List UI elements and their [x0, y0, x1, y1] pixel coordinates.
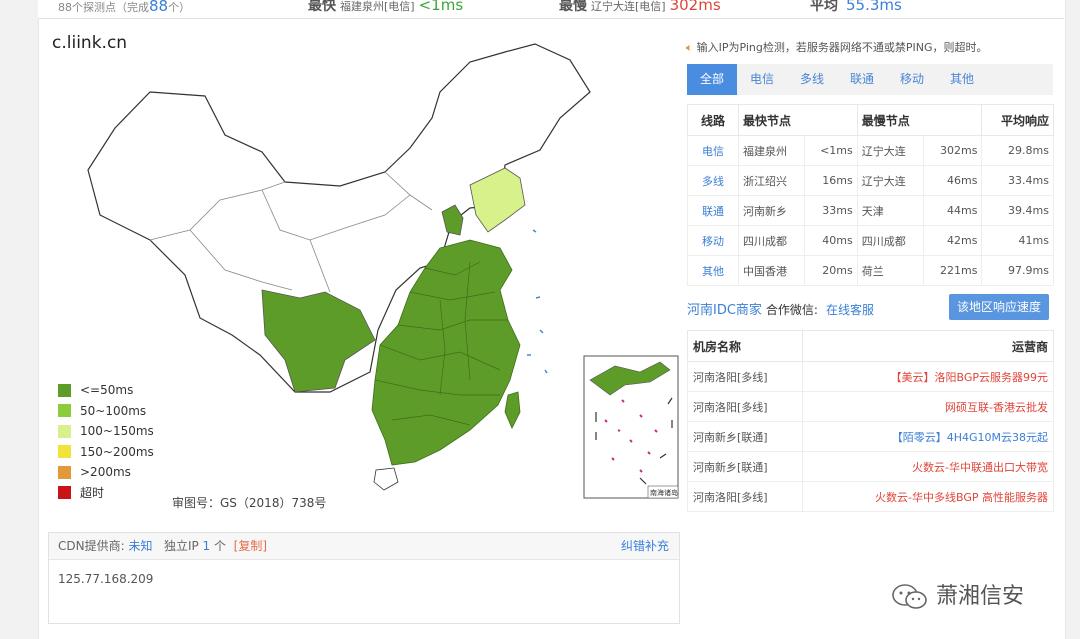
report-correction-link[interactable]: 纠错补充: [621, 533, 669, 559]
cdn-panel: CDN提供商: 未知 独立IP 1 个 [复制] 纠错补充 125.77.168…: [48, 532, 680, 624]
tab-all[interactable]: 全部: [687, 64, 737, 95]
line-link[interactable]: 电信: [687, 135, 739, 166]
table-row: 河南新乡[联通] 火数云-华中联通出口大带宽: [687, 451, 1054, 482]
cdn-provider: 未知: [128, 539, 153, 553]
table-row: 多线 浙江绍兴 16ms 辽宁大连 46ms 33.4ms: [687, 165, 1054, 196]
online-service-link[interactable]: 在线客服: [826, 303, 874, 317]
line-link[interactable]: 多线: [687, 165, 739, 196]
cdn-header: CDN提供商: 未知 独立IP 1 个 [复制] 纠错补充: [49, 533, 679, 560]
wechat-icon: [892, 584, 927, 609]
speed-summary-table: 线路 最快节点 最慢节点 平均响应 电信 福建泉州 <1ms 辽宁大连 302ms …: [687, 104, 1054, 286]
idc-offer-link[interactable]: 火数云-华中联通出口大带宽: [802, 451, 1054, 482]
table-row: 河南洛阳[多线] 【美云】洛阳BGP云服务器99元: [687, 361, 1054, 392]
province-taiwan: [504, 391, 521, 429]
legend-item: 100~150ms: [58, 421, 154, 442]
tab-multiline[interactable]: 多线: [787, 64, 837, 95]
tab-mobile[interactable]: 移动: [887, 64, 937, 95]
ping-notice: 🔈︎ 输入IP为Ping检测，若服务器网络不通或禁PING，则超时。: [686, 41, 988, 54]
legend-item: 50~100ms: [58, 401, 154, 422]
table-row: 河南洛阳[多线] 火数云-华中多线BGP 高性能服务器: [687, 481, 1054, 512]
tab-telecom[interactable]: 电信: [737, 64, 787, 95]
idc-table: 机房名称 运营商 河南洛阳[多线] 【美云】洛阳BGP云服务器99元 河南洛阳[多…: [687, 330, 1054, 512]
average-stat: 平均 55.3ms: [810, 0, 902, 14]
legend-swatch: [58, 424, 71, 438]
line-link[interactable]: 其他: [687, 255, 739, 286]
table-header-row: 机房名称 运营商: [687, 330, 1054, 362]
table-header-row: 线路 最快节点 最慢节点 平均响应: [687, 104, 1054, 136]
idc-offer-link[interactable]: 【陌零云】4H4G10M云38元起: [802, 421, 1054, 452]
table-row: 移动 四川成都 40ms 四川成都 42ms 41ms: [687, 225, 1054, 256]
legend-item: <=50ms: [58, 380, 154, 401]
idc-offer-link[interactable]: 网硕互联-香港云批发: [802, 391, 1054, 422]
region-speed-button[interactable]: 该地区响应速度: [949, 294, 1049, 320]
copy-button[interactable]: [复制]: [234, 539, 267, 553]
legend-swatch: [58, 445, 71, 459]
table-row: 电信 福建泉州 <1ms 辽宁大连 302ms 29.8ms: [687, 135, 1054, 166]
map-approval-number: 审图号：GS（2018）738号: [172, 496, 327, 510]
idc-offer-link[interactable]: 火数云-华中多线BGP 高性能服务器: [802, 481, 1054, 512]
latency-legend: <=50ms 50~100ms 100~150ms 150~200ms >200…: [58, 380, 154, 503]
ip-count: 1: [202, 539, 211, 553]
line-link[interactable]: 移动: [687, 225, 739, 256]
table-row: 河南洛阳[多线] 网硕互联-香港云批发: [687, 391, 1054, 422]
table-row: 河南新乡[联通] 【陌零云】4H4G10M云38元起: [687, 421, 1054, 452]
table-row: 联通 河南新乡 33ms 天津 44ms 39.4ms: [687, 195, 1054, 226]
resolved-ip: 125.77.168.209: [58, 572, 154, 586]
idc-vendor-link[interactable]: 河南IDC商家: [687, 303, 762, 318]
legend-swatch: [58, 404, 71, 418]
table-row: 其他 中国香港 20ms 荷兰 221ms 97.9ms: [687, 255, 1054, 286]
legend-item: >200ms: [58, 462, 154, 483]
watermark: 萧湘信安: [892, 578, 1024, 611]
tab-other[interactable]: 其他: [937, 64, 987, 95]
speaker-icon: 🔈︎: [686, 41, 693, 54]
inset-label: 南海诸岛: [650, 488, 678, 497]
coast-islands: [527, 229, 548, 374]
line-filter-tabs: 全部 电信 多线 联通 移动 其他: [687, 64, 1053, 95]
idc-ad-line: 河南IDC商家 合作微信: 在线客服: [687, 303, 874, 318]
tab-unicom[interactable]: 联通: [837, 64, 887, 95]
legend-swatch: [58, 486, 71, 500]
legend-item: 超时: [58, 483, 154, 504]
legend-item: 150~200ms: [58, 442, 154, 463]
legend-swatch: [58, 383, 71, 397]
province-hainan: [373, 467, 399, 491]
line-link[interactable]: 联通: [687, 195, 739, 226]
idc-offer-link[interactable]: 【美云】洛阳BGP云服务器99元: [802, 361, 1054, 392]
legend-swatch: [58, 465, 71, 479]
